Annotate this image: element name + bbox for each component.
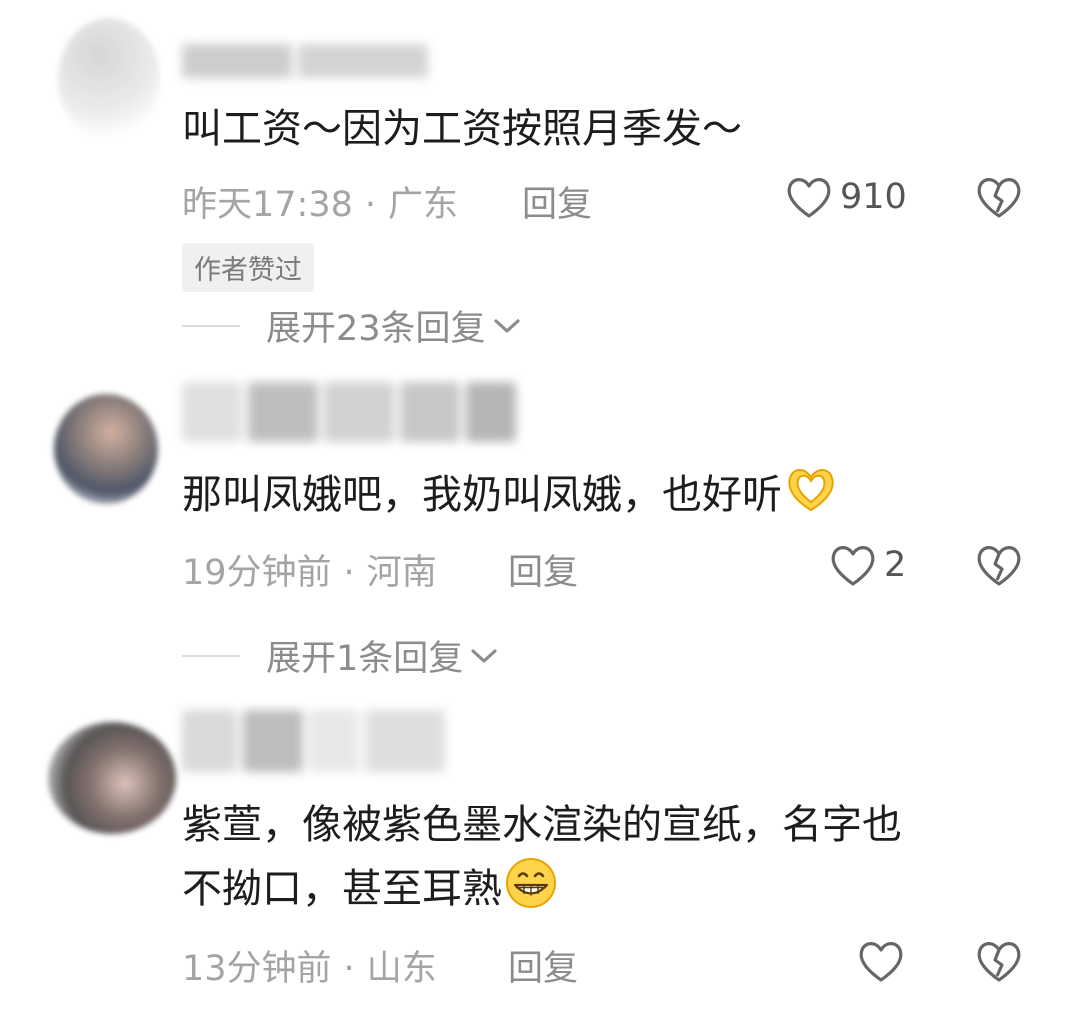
comment-location: 河南 bbox=[366, 553, 437, 593]
broken-heart-icon[interactable] bbox=[974, 542, 1024, 588]
like-button[interactable]: 910 bbox=[784, 174, 907, 220]
broken-heart-icon[interactable] bbox=[974, 938, 1024, 984]
like-button[interactable]: 2 bbox=[828, 542, 906, 588]
like-count: 2 bbox=[884, 545, 907, 585]
comment-text-body: 不拗口，甚至耳熟 bbox=[182, 866, 502, 912]
heart-hands-emoji-icon bbox=[788, 469, 834, 512]
comment-item-1: 叫工资～因为工资按照月季发～ 昨天17:38 · 广东 回复 910 作者赞过 展开… bbox=[0, 0, 1080, 350]
broken-heart-icon[interactable] bbox=[974, 174, 1024, 220]
divider-line bbox=[182, 324, 240, 327]
username-blurred[interactable] bbox=[182, 710, 452, 772]
author-liked-badge: 作者赞过 bbox=[182, 243, 314, 292]
reply-button[interactable]: 回复 bbox=[508, 544, 578, 595]
meta-separator: · bbox=[343, 553, 355, 593]
comment-meta: 13分钟前 · 山东 bbox=[182, 940, 437, 991]
like-count: 910 bbox=[840, 177, 907, 217]
meta-separator: · bbox=[343, 949, 355, 989]
chevron-down-icon bbox=[493, 318, 520, 333]
avatar[interactable] bbox=[54, 394, 158, 504]
avatar[interactable] bbox=[48, 722, 176, 834]
heart-icon[interactable] bbox=[856, 938, 906, 984]
heart-icon bbox=[831, 546, 875, 586]
username-blurred[interactable] bbox=[182, 44, 452, 78]
comment-text-body: 那叫凤娥吧，我奶叫凤娥，也好听 bbox=[182, 472, 782, 518]
comment-time: 13分钟前 bbox=[182, 949, 332, 989]
reply-button[interactable]: 回复 bbox=[508, 940, 578, 991]
expand-replies-label: 展开1条回复 bbox=[266, 639, 464, 679]
comment-time: 昨天17:38 bbox=[182, 185, 353, 225]
comment-text: 那叫凤娥吧，我奶叫凤娥，也好听 bbox=[182, 462, 838, 528]
heart-icon bbox=[787, 178, 831, 218]
comment-location: 广东 bbox=[388, 185, 459, 225]
grinning-face-emoji-icon bbox=[506, 858, 556, 908]
comment-item-3: 紫萱，像被紫色墨水渲染的宣纸，名字也 不拗口，甚至耳熟 13分钟前 · 山东 回复 bbox=[0, 700, 1080, 1020]
expand-replies-button[interactable]: 展开1条回复 bbox=[182, 630, 499, 681]
divider-line bbox=[182, 654, 240, 657]
comment-item-2: 那叫凤娥吧，我奶叫凤娥，也好听 19分钟前 · 河南 回复 2 展开1条回复 bbox=[0, 370, 1080, 690]
chevron-down-icon bbox=[471, 648, 497, 663]
comment-text: 叫工资～因为工资按照月季发～ bbox=[182, 106, 742, 152]
comment-meta: 昨天17:38 · 广东 bbox=[182, 176, 458, 227]
comment-text-line-2: 不拗口，甚至耳熟 bbox=[182, 856, 558, 922]
expand-replies-label: 展开23条回复 bbox=[266, 309, 486, 349]
avatar[interactable] bbox=[58, 18, 160, 140]
comment-text-line-1: 紫萱，像被紫色墨水渲染的宣纸，名字也 bbox=[182, 802, 902, 848]
comment-meta: 19分钟前 · 河南 bbox=[182, 544, 437, 595]
meta-separator: · bbox=[364, 185, 377, 225]
comment-time: 19分钟前 bbox=[182, 553, 332, 593]
comment-location: 山东 bbox=[366, 949, 437, 989]
username-blurred[interactable] bbox=[182, 382, 522, 442]
reply-button[interactable]: 回复 bbox=[522, 176, 592, 227]
expand-replies-button[interactable]: 展开23条回复 bbox=[182, 300, 522, 351]
